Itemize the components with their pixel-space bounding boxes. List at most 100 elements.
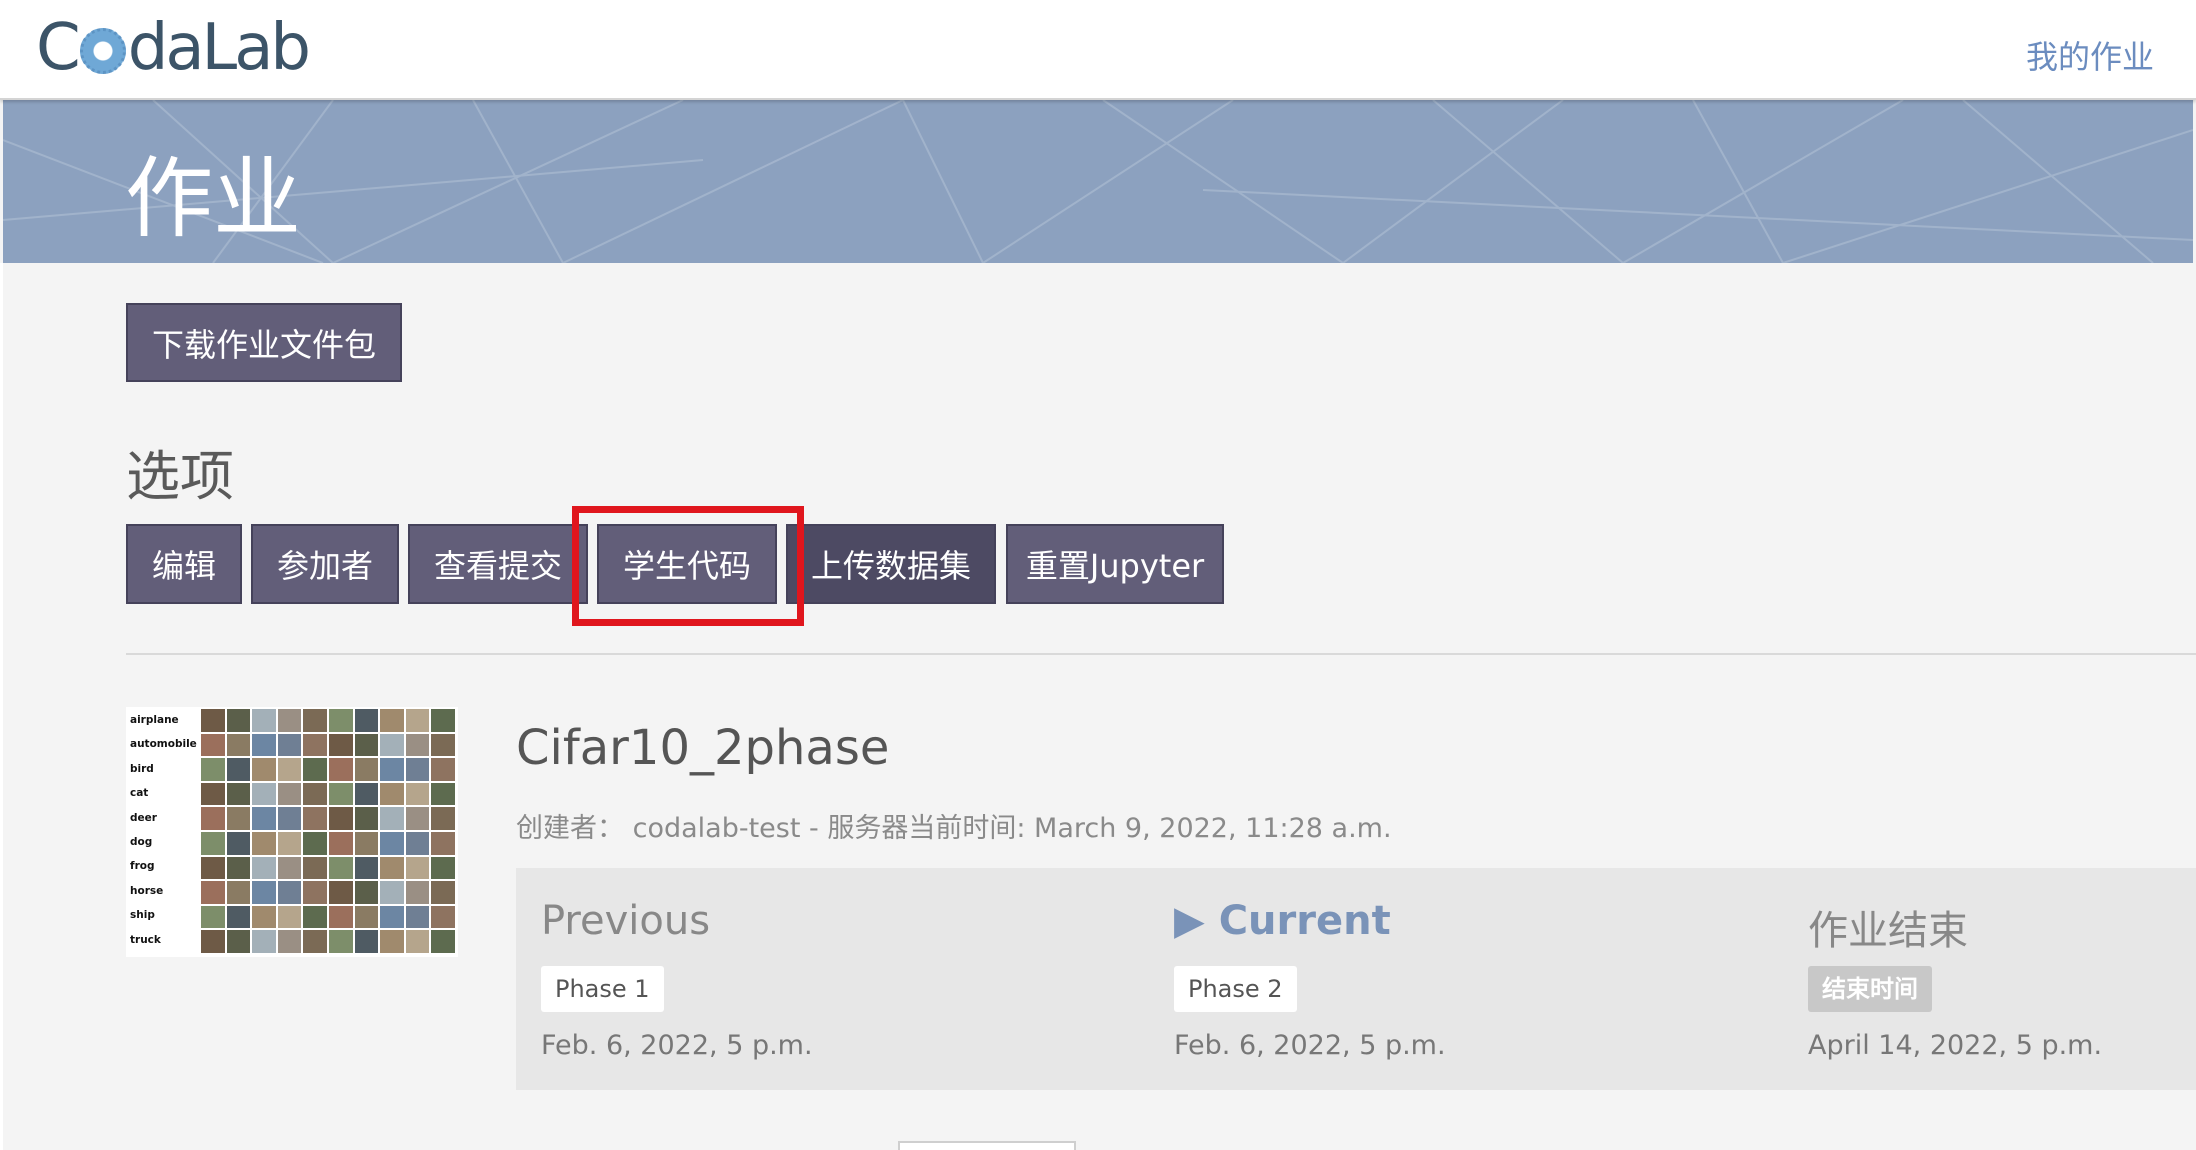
thumbnail-tile — [201, 930, 225, 953]
thumbnail-tile — [354, 733, 379, 757]
thumbnail-tile — [329, 856, 353, 880]
upload-dataset-button[interactable]: 上传数据集 — [786, 524, 996, 604]
phase-date: Feb. 6, 2022, 5 p.m. — [1174, 1030, 1446, 1061]
thumbnail-tile — [380, 881, 404, 904]
phases-panel: Previous Phase 1 Feb. 6, 2022, 5 p.m. ▶ … — [516, 868, 2196, 1090]
thumbnail-tile — [201, 856, 225, 880]
thumbnail-tile — [431, 709, 455, 732]
thumbnail-image-grid — [201, 709, 455, 953]
thumbnail-tile — [226, 782, 251, 806]
thumbnail-tile — [431, 758, 455, 781]
thumbnail-tile — [329, 930, 353, 953]
thumbnail-tile — [303, 905, 327, 929]
competition-thumbnail: airplane automobile bird cat deer dog frog hors… — [126, 707, 458, 957]
thumbnail-tile — [252, 856, 276, 880]
thumbnail-tile — [226, 905, 251, 929]
phase-date: Feb. 6, 2022, 5 p.m. — [541, 1030, 813, 1061]
server-time-value: March 9, 2022, 11:28 a.m. — [1034, 813, 1392, 844]
thumbnail-tile — [431, 782, 455, 806]
thumbnail-tile — [405, 709, 430, 732]
download-package-button[interactable]: 下载作业文件包 — [126, 303, 402, 382]
phase-heading-current: ▶ Current — [1174, 898, 1391, 944]
phase-heading: Previous — [541, 898, 711, 944]
thumbnail-tile — [252, 758, 276, 781]
thumbnail-tile — [354, 709, 379, 732]
bottom-tab-edge[interactable] — [898, 1141, 1076, 1150]
thumbnail-tile — [252, 807, 276, 830]
logo-globe-icon — [79, 28, 126, 74]
thumbnail-tile — [277, 758, 302, 781]
thumbnail-tile — [201, 733, 225, 757]
thumbnail-tile — [252, 832, 276, 855]
phase-badge: Phase 2 — [1174, 966, 1297, 1012]
thumbnail-tile — [252, 782, 276, 806]
thumbnail-tile — [201, 905, 225, 929]
thumbnail-tile — [431, 832, 455, 855]
thumbnail-tile — [252, 905, 276, 929]
thumbnail-tile — [329, 733, 353, 757]
creator-label: 创建者： — [516, 813, 624, 844]
section-divider — [126, 653, 2196, 655]
thumbnail-label-frog: frog — [130, 860, 155, 873]
thumbnail-tile — [226, 881, 251, 904]
codalab-logo[interactable]: C daLab — [36, 10, 311, 86]
thumbnail-tile — [354, 856, 379, 880]
thumbnail-tile — [380, 709, 404, 732]
thumbnail-tile — [380, 807, 404, 830]
thumbnail-tile — [405, 905, 430, 929]
thumbnail-tile — [431, 733, 455, 757]
thumbnail-tile — [405, 930, 430, 953]
my-assignments-link[interactable]: 我的作业 — [2026, 32, 2154, 78]
thumbnail-label-bird: bird — [130, 762, 154, 775]
thumbnail-label-automobile: automobile — [130, 738, 197, 751]
logo-text-c: C — [36, 11, 81, 85]
reset-jupyter-button[interactable]: 重置Jupyter — [1006, 524, 1224, 604]
thumbnail-tile — [431, 807, 455, 830]
student-code-button[interactable]: 学生代码 — [597, 524, 777, 604]
thumbnail-tile — [226, 930, 251, 953]
thumbnail-tile — [201, 782, 225, 806]
current-label: Current — [1218, 898, 1391, 944]
thumbnail-tile — [277, 782, 302, 806]
thumbnail-tile — [277, 881, 302, 904]
participants-button[interactable]: 参加者 — [251, 524, 399, 604]
thumbnail-tile — [329, 758, 353, 781]
thumbnail-tile — [303, 709, 327, 732]
thumbnail-tile — [405, 807, 430, 830]
thumbnail-tile — [329, 905, 353, 929]
competition-meta: 创建者： codalab-test - 服务器当前时间: March 9, 20… — [516, 806, 1392, 845]
thumbnail-tile — [252, 709, 276, 732]
view-submissions-button[interactable]: 查看提交 — [408, 524, 588, 604]
thumbnail-label-airplane: airplane — [130, 714, 179, 726]
thumbnail-tile — [354, 905, 379, 929]
thumbnail-tile — [303, 807, 327, 830]
thumbnail-tile — [252, 733, 276, 757]
thumbnail-tile — [277, 930, 302, 953]
thumbnail-class-labels: airplane automobile bird cat deer dog frog hors… — [130, 713, 202, 957]
thumbnail-tile — [405, 856, 430, 880]
top-navbar: C daLab 我的作业 — [0, 0, 2196, 100]
thumbnail-tile — [252, 881, 276, 904]
thumbnail-tile — [431, 930, 455, 953]
thumbnail-tile — [226, 733, 251, 757]
banner-pattern — [3, 100, 2193, 263]
thumbnail-tile — [226, 856, 251, 880]
thumbnail-tile — [431, 905, 455, 929]
thumbnail-tile — [405, 881, 430, 904]
thumbnail-tile — [329, 807, 353, 830]
thumbnail-label-deer: deer — [130, 811, 157, 824]
thumbnail-tile — [380, 758, 404, 781]
thumbnail-tile — [380, 782, 404, 806]
phase-heading: 作业结束 — [1808, 908, 1968, 954]
thumbnail-tile — [354, 807, 379, 830]
thumbnail-tile — [329, 881, 353, 904]
thumbnail-tile — [380, 930, 404, 953]
thumbnail-tile — [303, 782, 327, 806]
thumbnail-tile — [405, 832, 430, 855]
thumbnail-tile — [277, 709, 302, 732]
edit-button[interactable]: 编辑 — [126, 524, 242, 604]
thumbnail-tile — [201, 758, 225, 781]
thumbnail-tile — [431, 856, 455, 880]
thumbnail-tile — [354, 758, 379, 781]
thumbnail-tile — [354, 930, 379, 953]
